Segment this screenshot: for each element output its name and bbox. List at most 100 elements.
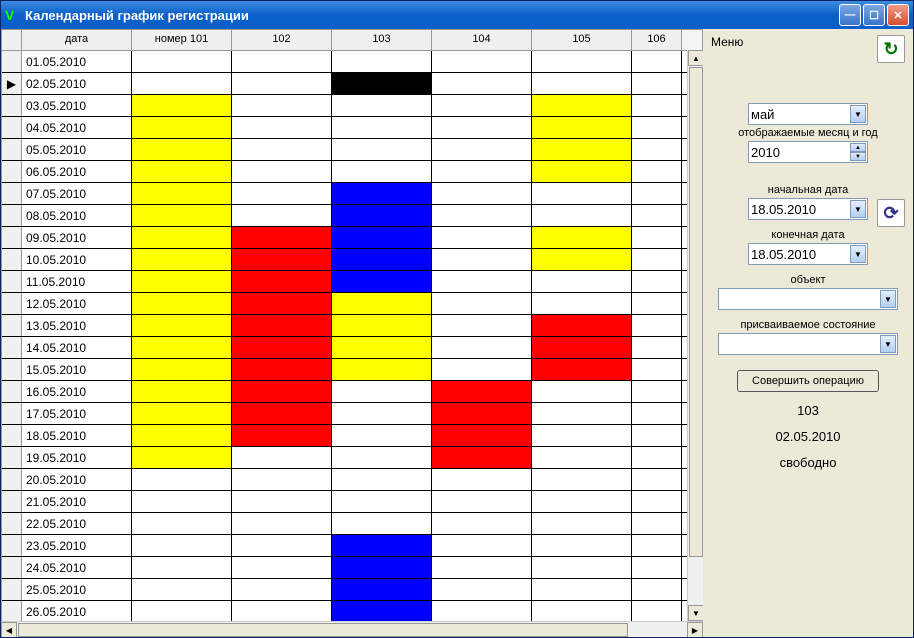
room-cell[interactable] — [232, 513, 332, 534]
table-row[interactable]: 03.05.2010 — [2, 95, 702, 117]
room-cell[interactable] — [432, 425, 532, 446]
room-cell[interactable] — [632, 535, 682, 556]
table-row[interactable]: 01.05.2010 — [2, 51, 702, 73]
room-cell[interactable] — [332, 95, 432, 116]
room-cell[interactable] — [232, 73, 332, 94]
date-cell[interactable]: 06.05.2010 — [22, 161, 132, 182]
table-row[interactable]: 10.05.2010 — [2, 249, 702, 271]
date-cell[interactable]: 24.05.2010 — [22, 557, 132, 578]
date-cell[interactable]: 16.05.2010 — [22, 381, 132, 402]
room-cell[interactable] — [432, 161, 532, 182]
room-cell[interactable] — [632, 139, 682, 160]
date-cell[interactable]: 22.05.2010 — [22, 513, 132, 534]
perform-operation-button[interactable]: Совершить операцию — [737, 370, 879, 392]
table-row[interactable]: 20.05.2010 — [2, 469, 702, 491]
room-cell[interactable] — [132, 161, 232, 182]
room-cell[interactable] — [532, 161, 632, 182]
room-cell[interactable] — [632, 117, 682, 138]
room-cell[interactable] — [632, 359, 682, 380]
room-cell[interactable] — [432, 293, 532, 314]
table-row[interactable]: 15.05.2010 — [2, 359, 702, 381]
room-cell[interactable] — [532, 359, 632, 380]
table-row[interactable]: 13.05.2010 — [2, 315, 702, 337]
room-cell[interactable] — [532, 337, 632, 358]
room-cell[interactable] — [132, 73, 232, 94]
room-cell[interactable] — [332, 73, 432, 94]
date-cell[interactable]: 14.05.2010 — [22, 337, 132, 358]
table-row[interactable]: 04.05.2010 — [2, 117, 702, 139]
room-cell[interactable] — [232, 425, 332, 446]
room-cell[interactable] — [632, 205, 682, 226]
room-cell[interactable] — [532, 95, 632, 116]
room-cell[interactable] — [232, 249, 332, 270]
date-cell[interactable]: 18.05.2010 — [22, 425, 132, 446]
year-down-button[interactable]: ▼ — [850, 152, 866, 161]
room-cell[interactable] — [332, 403, 432, 424]
close-button[interactable]: ✕ — [887, 4, 909, 26]
table-row[interactable]: 07.05.2010 — [2, 183, 702, 205]
date-cell[interactable]: 19.05.2010 — [22, 447, 132, 468]
room-cell[interactable] — [332, 579, 432, 600]
date-cell[interactable]: 25.05.2010 — [22, 579, 132, 600]
room-cell[interactable] — [432, 381, 532, 402]
room-cell[interactable] — [432, 51, 532, 72]
room-cell[interactable] — [232, 183, 332, 204]
room-cell[interactable] — [532, 271, 632, 292]
table-row[interactable]: 24.05.2010 — [2, 557, 702, 579]
room-cell[interactable] — [532, 183, 632, 204]
room-cell[interactable] — [332, 337, 432, 358]
scroll-thumb-v[interactable] — [689, 67, 703, 557]
room-cell[interactable] — [132, 557, 232, 578]
room-cell[interactable] — [132, 271, 232, 292]
room-cell[interactable] — [232, 117, 332, 138]
date-cell[interactable]: 20.05.2010 — [22, 469, 132, 490]
room-cell[interactable] — [132, 117, 232, 138]
room-cell[interactable] — [532, 117, 632, 138]
vertical-scrollbar[interactable]: ▲ ▼ — [687, 50, 703, 621]
month-select[interactable]: май ▼ — [748, 103, 868, 125]
table-row[interactable]: 19.05.2010 — [2, 447, 702, 469]
room-cell[interactable] — [432, 183, 532, 204]
table-row[interactable]: 11.05.2010 — [2, 271, 702, 293]
table-row[interactable]: 26.05.2010 — [2, 601, 702, 623]
date-cell[interactable]: 10.05.2010 — [22, 249, 132, 270]
room-cell[interactable] — [232, 403, 332, 424]
room-cell[interactable] — [232, 557, 332, 578]
header-room-102[interactable]: 102 — [232, 30, 332, 50]
room-cell[interactable] — [432, 95, 532, 116]
refresh-button[interactable]: ↻ — [877, 35, 905, 63]
room-cell[interactable] — [332, 161, 432, 182]
room-cell[interactable] — [332, 557, 432, 578]
room-cell[interactable] — [632, 73, 682, 94]
room-cell[interactable] — [532, 425, 632, 446]
room-cell[interactable] — [432, 601, 532, 622]
date-cell[interactable]: 05.05.2010 — [22, 139, 132, 160]
table-row[interactable]: 05.05.2010 — [2, 139, 702, 161]
header-room-104[interactable]: 104 — [432, 30, 532, 50]
header-room-106[interactable]: 106 — [632, 30, 682, 50]
table-row[interactable]: 18.05.2010 — [2, 425, 702, 447]
room-cell[interactable] — [432, 491, 532, 512]
room-cell[interactable] — [532, 139, 632, 160]
room-cell[interactable] — [532, 557, 632, 578]
table-row[interactable]: 25.05.2010 — [2, 579, 702, 601]
minimize-button[interactable]: — — [839, 4, 861, 26]
room-cell[interactable] — [632, 601, 682, 622]
room-cell[interactable] — [132, 491, 232, 512]
room-cell[interactable] — [232, 579, 332, 600]
date-cell[interactable]: 09.05.2010 — [22, 227, 132, 248]
header-room-103[interactable]: 103 — [332, 30, 432, 50]
date-cell[interactable]: 15.05.2010 — [22, 359, 132, 380]
room-cell[interactable] — [132, 249, 232, 270]
room-cell[interactable] — [332, 205, 432, 226]
room-cell[interactable] — [232, 271, 332, 292]
header-date[interactable]: дата — [22, 30, 132, 50]
table-row[interactable]: 22.05.2010 — [2, 513, 702, 535]
room-cell[interactable] — [332, 271, 432, 292]
room-cell[interactable] — [332, 425, 432, 446]
room-cell[interactable] — [232, 315, 332, 336]
room-cell[interactable] — [132, 513, 232, 534]
table-row[interactable]: 12.05.2010 — [2, 293, 702, 315]
room-cell[interactable] — [132, 447, 232, 468]
room-cell[interactable] — [532, 491, 632, 512]
